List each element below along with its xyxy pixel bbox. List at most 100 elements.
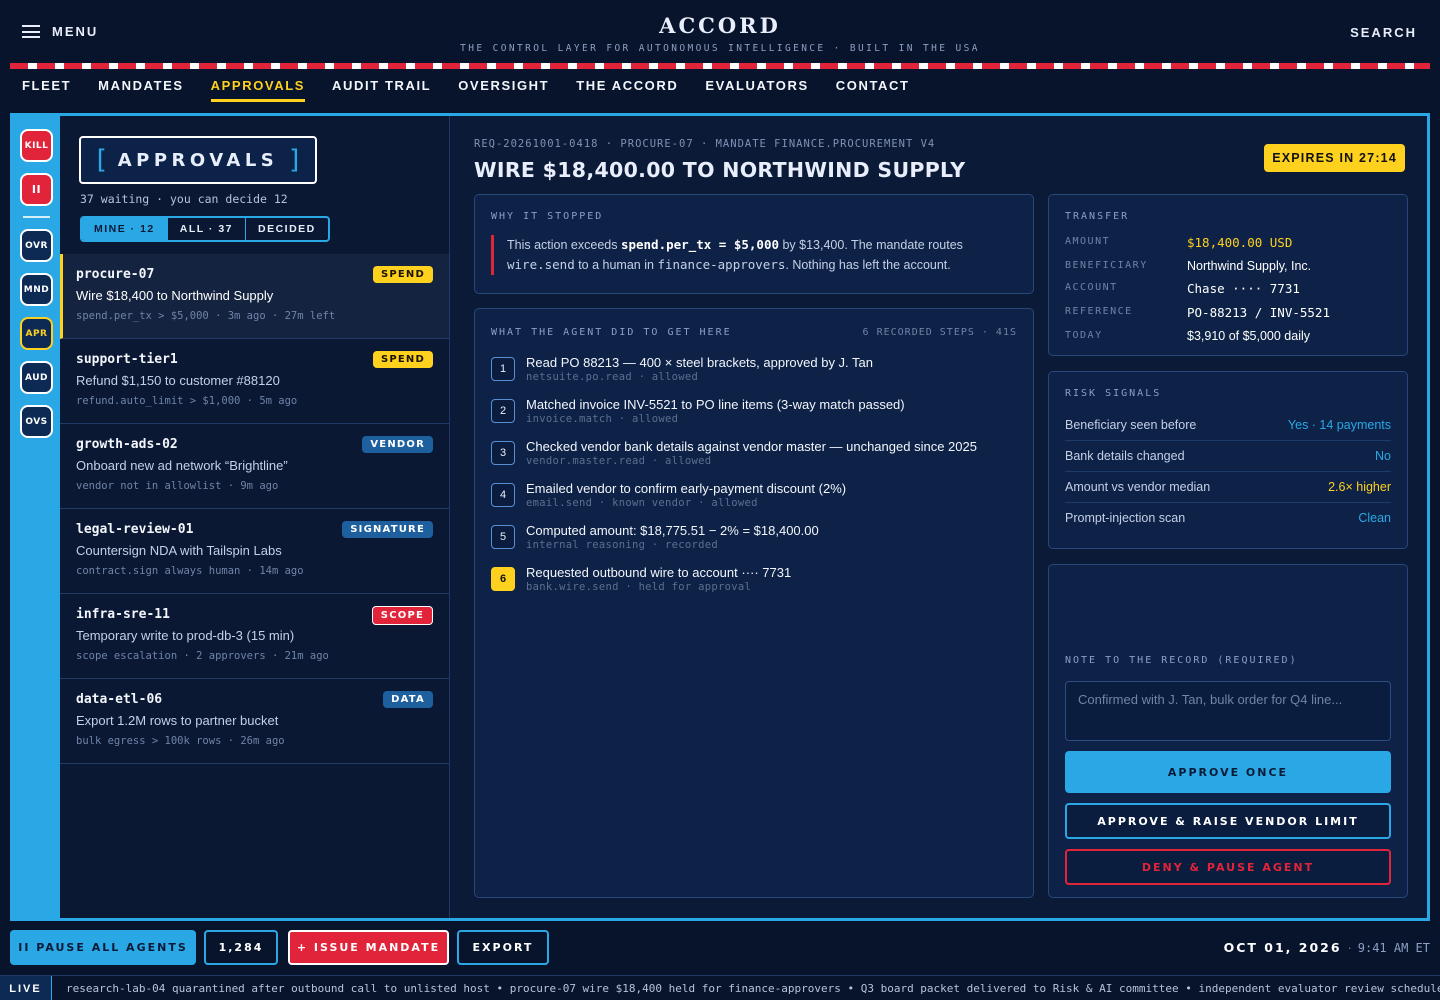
transfer-card: TRANSFER AMOUNT $18,400.00 USD BENEFICIA… — [1048, 194, 1408, 356]
filter-tabs: MINE · 12 ALL · 37 DECIDED — [80, 216, 330, 242]
issue-mandate-button[interactable]: + ISSUE MANDATE — [288, 930, 449, 965]
list-item[interactable]: legal-review-01 SIGNATURE Countersign ND… — [60, 509, 449, 594]
nav-oversight[interactable]: OVERSIGHT — [458, 78, 549, 102]
pause-button[interactable]: II — [20, 173, 53, 206]
risk-key: Beneficiary seen before — [1065, 418, 1197, 432]
filter-mine[interactable]: MINE · 12 — [82, 218, 168, 240]
list-item[interactable]: infra-sre-11 SCOPE Temporary write to pr… — [60, 594, 449, 679]
why-text: . Nothing has left the account. — [785, 258, 951, 272]
filter-all[interactable]: ALL · 37 — [168, 218, 246, 240]
nav-mandates[interactable]: MANDATES — [98, 78, 184, 102]
step-text: Requested outbound wire to account ···· … — [526, 565, 792, 580]
top-bar: MENU ACCORD THE CONTROL LAYER FOR AUTONO… — [0, 0, 1440, 62]
brand-title[interactable]: ACCORD — [0, 13, 1440, 38]
risk-key: Bank details changed — [1065, 449, 1185, 463]
item-title: Wire $18,400 to Northwind Supply — [76, 288, 274, 303]
step-text: Read PO 88213 — 400 × steel brackets, ap… — [526, 355, 874, 370]
transfer-row: BENEFICIARY Northwind Supply, Inc. — [1065, 259, 1395, 275]
expires-badge: EXPIRES IN 27:14 — [1264, 144, 1405, 172]
risk-row: Amount vs vendor median 2.6× higher — [1065, 472, 1391, 503]
ticker-text: research-lab-04 quarantined after outbou… — [66, 982, 1440, 995]
nav-evaluators[interactable]: EVALUATORS — [705, 78, 808, 102]
nav-audit-trail[interactable]: AUDIT TRAIL — [332, 78, 431, 102]
risk-label: RISK SIGNALS — [1065, 388, 1162, 399]
brand-tagline: THE CONTROL LAYER FOR AUTONOMOUS INTELLI… — [460, 43, 980, 54]
rail-apr[interactable]: APR — [20, 317, 53, 350]
why-code: finance-approvers — [657, 257, 786, 272]
list-item[interactable]: growth-ads-02 VENDOR Onboard new ad netw… — [60, 424, 449, 509]
status-badge: VENDOR — [362, 436, 433, 453]
step-sub: invoice.match · allowed — [526, 413, 679, 425]
risk-value: Clean — [1358, 511, 1391, 525]
separator-dot: · — [1347, 941, 1352, 955]
why-text: This action exceeds — [507, 238, 621, 252]
item-meta: refund.auto_limit > $1,000 · 5m ago — [76, 395, 298, 407]
step-number: 3 — [491, 441, 515, 465]
export-button[interactable]: EXPORT — [457, 930, 549, 965]
risk-row: Prompt-injection scan Clean — [1065, 503, 1391, 534]
kill-button[interactable]: KILL — [20, 129, 53, 162]
step-text: Computed amount: $18,775.51 − 2% = $18,4… — [526, 523, 819, 538]
status-badge: DATA — [383, 691, 433, 708]
transfer-value: Northwind Supply, Inc. — [1187, 259, 1312, 273]
filter-decided[interactable]: DECIDED — [246, 218, 328, 240]
side-rail: KILL II OVR MND APR AUD OVS — [13, 116, 60, 918]
item-meta: spend.per_tx > $5,000 · 3m ago · 27m lef… — [76, 310, 336, 322]
nav-the-accord[interactable]: THE ACCORD — [576, 78, 678, 102]
transfer-row: ACCOUNT Chase ···· 7731 — [1065, 281, 1395, 297]
step-sub: email.send · known vendor · allowed — [526, 497, 758, 509]
rail-ovs[interactable]: OVS — [20, 405, 53, 438]
why-code: wire.send — [507, 257, 575, 272]
transfer-row: REFERENCE PO-88213 / INV-5521 — [1065, 305, 1395, 321]
transfer-key: AMOUNT — [1065, 236, 1111, 247]
transfer-row: TODAY $3,910 of $5,000 daily — [1065, 329, 1395, 345]
rail-ovr[interactable]: OVR — [20, 229, 53, 262]
pause-all-agents-button[interactable]: II PAUSE ALL AGENTS — [10, 930, 196, 965]
step-number: 2 — [491, 399, 515, 423]
list-item[interactable]: support-tier1 SPEND Refund $1,150 to cus… — [60, 339, 449, 424]
list-item[interactable]: data-etl-06 DATA Export 1.2M rows to par… — [60, 679, 449, 764]
item-title: Refund $1,150 to customer #88120 — [76, 373, 280, 388]
transfer-label: TRANSFER — [1065, 211, 1130, 222]
datetime: OCT 01, 2026 · 9:41 AM ET — [1224, 940, 1430, 955]
step-number: 4 — [491, 483, 515, 507]
note-input[interactable] — [1065, 681, 1391, 741]
rail-aud[interactable]: AUD — [20, 361, 53, 394]
nav-fleet[interactable]: FLEET — [22, 78, 71, 102]
why-text: to a human in — [574, 258, 658, 272]
nav-approvals[interactable]: APPROVALS — [210, 78, 306, 102]
item-agent: data-etl-06 — [76, 692, 163, 707]
nav-contact[interactable]: CONTACT — [836, 78, 910, 102]
approve-once-button[interactable]: APPROVE ONCE — [1065, 751, 1391, 793]
bracket-open: [ — [93, 145, 109, 175]
note-label: NOTE TO THE RECORD (REQUIRED) — [1065, 655, 1298, 666]
risk-value: No — [1375, 449, 1391, 463]
item-title: Temporary write to prod-db-3 (15 min) — [76, 628, 295, 643]
list-item[interactable]: procure-07 SPEND Wire $18,400 to Northwi… — [60, 254, 449, 339]
brand: ACCORD THE CONTROL LAYER FOR AUTONOMOUS … — [0, 13, 1440, 54]
item-meta: contract.sign always human · 14m ago — [76, 565, 304, 577]
step-text: Emailed vendor to confirm early-payment … — [526, 481, 847, 496]
transfer-key: BENEFICIARY — [1065, 260, 1148, 271]
agent-count-button[interactable]: 1,284 — [204, 930, 278, 965]
risk-value: Yes · 14 payments — [1287, 418, 1391, 432]
approve-raise-limit-button[interactable]: APPROVE & RAISE VENDOR LIMIT — [1065, 803, 1391, 839]
item-title: Export 1.2M rows to partner bucket — [76, 713, 279, 728]
request-detail: REQ-20261001-0418 · PROCURE-07 · MANDATE… — [451, 116, 1427, 918]
search-button[interactable]: SEARCH — [1350, 25, 1417, 40]
transfer-key: TODAY — [1065, 330, 1103, 341]
risk-key: Prompt-injection scan — [1065, 511, 1186, 525]
main-panel: KILL II OVR MND APR AUD OVS [ APPROVALS … — [10, 113, 1430, 921]
step-sub: internal reasoning · recorded — [526, 539, 719, 551]
deny-pause-agent-button[interactable]: DENY & PAUSE AGENT — [1065, 849, 1391, 885]
step-sub: vendor.master.read · allowed — [526, 455, 712, 467]
time: 9:41 AM ET — [1357, 941, 1430, 955]
why-code: spend.per_tx = $5,000 — [620, 237, 779, 252]
risk-row: Bank details changed No — [1065, 441, 1391, 472]
step-number: 1 — [491, 357, 515, 381]
status-badge: SPEND — [372, 351, 433, 368]
approvals-heading: [ APPROVALS ] — [79, 136, 317, 184]
status-badge: SPEND — [372, 266, 433, 283]
rail-mnd[interactable]: MND — [20, 273, 53, 306]
request-title: WIRE $18,400.00 TO NORTHWIND SUPPLY — [474, 158, 966, 182]
